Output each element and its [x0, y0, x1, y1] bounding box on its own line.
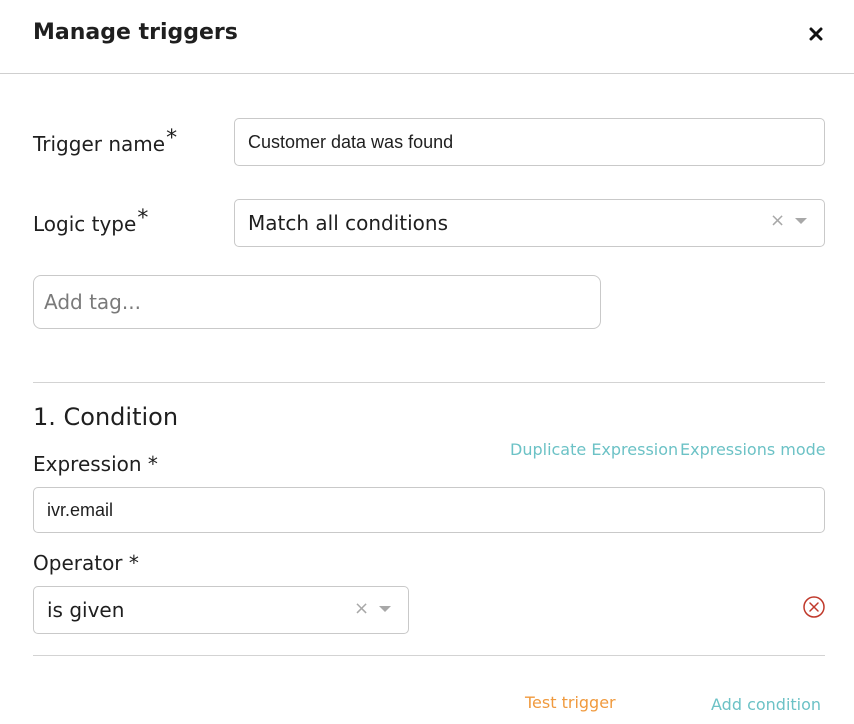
- tag-input-placeholder: Add tag...: [44, 290, 141, 314]
- circle-x-icon: [803, 596, 825, 618]
- close-button[interactable]: [804, 22, 828, 46]
- tag-input[interactable]: Add tag...: [33, 275, 601, 329]
- required-mark: *: [137, 206, 149, 231]
- close-icon: [809, 27, 823, 41]
- operator-select[interactable]: is given: [33, 586, 409, 634]
- condition-heading: 1. Condition: [33, 403, 179, 431]
- chevron-down-icon[interactable]: [795, 218, 808, 224]
- logic-type-label-text: Logic type: [33, 212, 137, 236]
- trigger-name-label-text: Trigger name: [33, 132, 166, 156]
- logic-type-label: Logic type*: [33, 206, 148, 237]
- operator-controls: ×: [354, 600, 392, 618]
- required-mark: *: [166, 126, 178, 151]
- expressions-mode-link[interactable]: Expressions mode: [680, 440, 826, 459]
- expression-input[interactable]: ivr.email: [33, 487, 825, 533]
- trigger-name-label: Trigger name*: [33, 126, 177, 157]
- logic-type-select[interactable]: Match all conditions: [234, 199, 825, 247]
- trigger-name-input[interactable]: Customer data was found: [234, 118, 825, 166]
- expression-value: ivr.email: [47, 499, 114, 520]
- remove-condition-button[interactable]: [802, 595, 826, 619]
- logic-type-value: Match all conditions: [248, 211, 448, 235]
- duplicate-expression-link[interactable]: Duplicate Expression: [510, 440, 678, 459]
- chevron-down-icon[interactable]: [379, 606, 392, 612]
- operator-label: Operator *: [33, 551, 139, 575]
- add-condition-link[interactable]: Add condition: [711, 695, 821, 714]
- logic-type-controls: ×: [770, 212, 808, 230]
- dialog-title: Manage triggers: [33, 20, 238, 45]
- expression-label: Expression *: [33, 452, 158, 476]
- clear-icon[interactable]: ×: [354, 600, 369, 618]
- test-trigger-link[interactable]: Test trigger: [525, 693, 616, 712]
- dialog-header: Manage triggers: [0, 0, 854, 74]
- trigger-name-value: Customer data was found: [248, 131, 454, 152]
- clear-icon[interactable]: ×: [770, 212, 785, 230]
- section-divider: [33, 382, 825, 383]
- operator-value: is given: [47, 598, 125, 622]
- footer-divider: [33, 655, 825, 656]
